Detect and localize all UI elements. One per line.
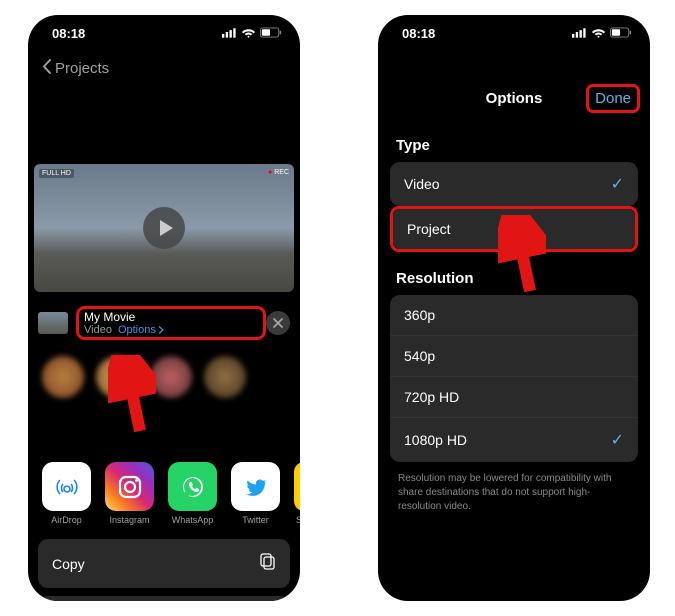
save-video-action[interactable]: Save Video [38, 596, 290, 601]
res-540p[interactable]: 540p [390, 336, 638, 377]
export-movie-row: My Movie Video Options [28, 300, 300, 346]
copy-icon [258, 553, 276, 574]
airdrop-icon [42, 462, 91, 511]
avatar[interactable] [150, 356, 192, 398]
res-720p[interactable]: 720p HD [390, 377, 638, 418]
play-icon [157, 219, 175, 237]
share-twitter[interactable]: Twitter [231, 462, 280, 525]
signal-icon [572, 26, 587, 41]
avatar[interactable] [96, 356, 138, 398]
share-label: Instagram [109, 515, 149, 525]
chevron-right-icon [158, 326, 164, 334]
share-airdrop[interactable]: AirDrop [42, 462, 91, 525]
list-item-label: 540p [404, 348, 435, 364]
res-360p[interactable]: 360p [390, 295, 638, 336]
type-video[interactable]: Video ✓ [390, 162, 638, 206]
avatar[interactable] [42, 356, 84, 398]
left-phone-share-sheet: 08:18 Projects FULL HD REC My Movie Vide… [28, 15, 300, 601]
battery-icon [260, 26, 282, 41]
share-label: AirDrop [51, 515, 82, 525]
copy-action[interactable]: Copy [38, 539, 290, 588]
checkmark-icon: ✓ [611, 174, 624, 194]
status-time: 08:18 [46, 26, 85, 41]
type-project-highlight: Project [390, 206, 638, 252]
movie-info-highlight: My Movie Video Options [76, 306, 266, 340]
status-icons [222, 26, 282, 41]
wifi-icon [241, 26, 256, 41]
status-bar: 08:18 [28, 15, 300, 51]
type-list: Video ✓ [390, 162, 638, 206]
res-1080p[interactable]: 1080p HD ✓ [390, 418, 638, 462]
rec-badge: REC [268, 169, 289, 176]
right-phone-options-sheet: 08:18 Options Done Type Video ✓ Project … [378, 15, 650, 601]
list-item-label: 360p [404, 307, 435, 323]
list-item-label: Project [407, 221, 451, 237]
done-button[interactable]: Done [586, 84, 640, 113]
list-item-label: 1080p HD [404, 432, 467, 448]
status-bar: 08:18 [378, 15, 650, 51]
signal-icon [222, 26, 237, 41]
suggested-contacts-row [42, 356, 286, 398]
options-title: Options [486, 90, 543, 107]
list-item-label: Video [404, 176, 440, 192]
share-label: Twitter [242, 515, 269, 525]
checkmark-icon: ✓ [611, 430, 624, 450]
share-more[interactable]: S [294, 462, 300, 525]
chevron-left-icon [42, 59, 51, 78]
type-project[interactable]: Project [393, 209, 635, 249]
more-icon [294, 462, 300, 511]
options-label: Options [118, 324, 156, 336]
wifi-icon [591, 26, 606, 41]
type-section-label: Type [378, 119, 650, 162]
status-icons [572, 26, 632, 41]
movie-thumbnail [38, 312, 68, 334]
video-preview[interactable]: FULL HD REC [34, 164, 294, 292]
resolution-footnote: Resolution may be lowered for compatibil… [378, 462, 650, 524]
share-instagram[interactable]: Instagram [105, 462, 154, 525]
share-apps-row: AirDrop Instagram WhatsApp Twitter S [28, 462, 300, 525]
instagram-icon [105, 462, 154, 511]
copy-label: Copy [52, 556, 85, 572]
back-label: Projects [55, 60, 109, 77]
close-icon [273, 318, 283, 328]
resolution-section-label: Resolution [378, 252, 650, 295]
avatar[interactable] [204, 356, 246, 398]
options-button[interactable]: Options [118, 324, 164, 336]
close-button[interactable] [266, 311, 290, 335]
share-label: WhatsApp [172, 515, 214, 525]
back-to-projects[interactable]: Projects [28, 51, 300, 85]
share-label: S [296, 515, 300, 525]
options-header: Options Done [378, 77, 650, 119]
resolution-list: 360p 540p 720p HD 1080p HD ✓ [390, 295, 638, 462]
fullhd-badge: FULL HD [39, 169, 74, 178]
share-whatsapp[interactable]: WhatsApp [168, 462, 217, 525]
movie-type-label: Video [84, 324, 112, 336]
status-time: 08:18 [396, 26, 435, 41]
play-button[interactable] [143, 207, 185, 249]
movie-title: My Movie [84, 310, 258, 324]
list-item-label: 720p HD [404, 389, 459, 405]
battery-icon [610, 26, 632, 41]
twitter-icon [231, 462, 280, 511]
whatsapp-icon [168, 462, 217, 511]
